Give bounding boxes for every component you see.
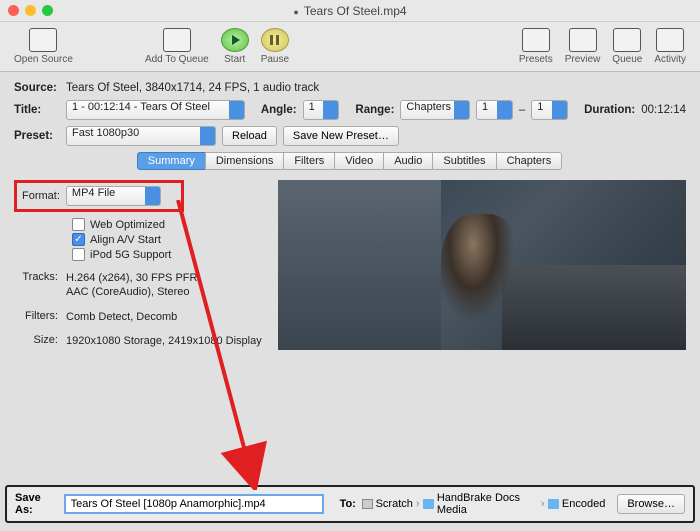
tab-filters[interactable]: Filters bbox=[283, 152, 335, 170]
pause-icon bbox=[261, 28, 289, 52]
tracks-value: H.264 (x264), 30 FPS PFR AAC (CoreAudio)… bbox=[66, 271, 264, 300]
web-optimized-checkbox[interactable]: Web Optimized bbox=[72, 218, 264, 231]
presets-button[interactable]: Presets bbox=[519, 28, 553, 65]
window-title: Tears Of Steel.mp4 bbox=[0, 4, 700, 18]
tab-summary[interactable]: Summary bbox=[137, 152, 206, 170]
play-icon bbox=[221, 28, 249, 52]
start-button[interactable]: Start bbox=[221, 28, 249, 65]
tab-subtitles[interactable]: Subtitles bbox=[432, 152, 496, 170]
queue-button[interactable]: Queue bbox=[612, 28, 642, 65]
filters-value: Comb Detect, Decomb bbox=[66, 310, 264, 324]
to-label: To: bbox=[340, 498, 356, 510]
browse-button[interactable]: Browse… bbox=[617, 494, 685, 514]
filters-label: Filters: bbox=[14, 310, 66, 324]
chevron-right-icon: › bbox=[541, 498, 545, 510]
pause-button[interactable]: Pause bbox=[261, 28, 289, 65]
activity-icon bbox=[656, 28, 684, 52]
angle-select[interactable]: 1 bbox=[303, 100, 340, 120]
preset-label: Preset: bbox=[14, 130, 60, 142]
preview-button[interactable]: Preview bbox=[565, 28, 601, 65]
video-preview bbox=[278, 180, 686, 350]
folder-icon bbox=[423, 499, 434, 509]
align-av-checkbox[interactable]: ✓Align A/V Start bbox=[72, 233, 264, 246]
save-preset-button[interactable]: Save New Preset… bbox=[283, 126, 399, 146]
tab-video[interactable]: Video bbox=[334, 152, 384, 170]
chevron-right-icon: › bbox=[416, 498, 420, 510]
checkbox-checked-icon: ✓ bbox=[72, 233, 85, 246]
format-select[interactable]: MP4 File bbox=[66, 186, 161, 206]
source-value: Tears Of Steel, 3840x1714, 24 FPS, 1 aud… bbox=[66, 82, 319, 94]
open-source-button[interactable]: Open Source bbox=[14, 28, 73, 65]
range-label: Range: bbox=[355, 104, 394, 116]
add-to-queue-button[interactable]: Add To Queue bbox=[145, 28, 209, 65]
folder-icon bbox=[548, 499, 559, 509]
tracks-label: Tracks: bbox=[14, 271, 66, 300]
range-to-select[interactable]: 1 bbox=[531, 100, 568, 120]
ipod-support-checkbox[interactable]: iPod 5G Support bbox=[72, 248, 264, 261]
save-as-label: Save As: bbox=[15, 492, 58, 516]
open-source-icon bbox=[29, 28, 57, 52]
content-area: Source: Tears Of Steel, 3840x1714, 24 FP… bbox=[0, 72, 700, 358]
save-as-input[interactable] bbox=[64, 494, 324, 514]
range-from-select[interactable]: 1 bbox=[476, 100, 513, 120]
preview-icon bbox=[569, 28, 597, 52]
duration-label: Duration: bbox=[584, 104, 635, 116]
tab-dimensions[interactable]: Dimensions bbox=[205, 152, 284, 170]
title-select[interactable]: 1 - 00:12:14 - Tears Of Steel bbox=[66, 100, 245, 120]
format-label: Format: bbox=[22, 190, 60, 202]
queue-add-icon bbox=[163, 28, 191, 52]
tab-audio[interactable]: Audio bbox=[383, 152, 433, 170]
queue-icon bbox=[613, 28, 641, 52]
range-type-select[interactable]: Chapters bbox=[400, 100, 470, 120]
title-label: Title: bbox=[14, 104, 60, 116]
presets-icon bbox=[522, 28, 550, 52]
reload-button[interactable]: Reload bbox=[222, 126, 277, 146]
preset-select[interactable]: Fast 1080p30 bbox=[66, 126, 216, 146]
title-bar: Tears Of Steel.mp4 bbox=[0, 0, 700, 22]
size-value: 1920x1080 Storage, 2419x1080 Display bbox=[66, 334, 264, 348]
size-label: Size: bbox=[14, 334, 66, 348]
save-path-breadcrumb[interactable]: Scratch › HandBrake Docs Media › Encoded bbox=[362, 492, 605, 516]
duration-value: 00:12:14 bbox=[641, 104, 686, 116]
tab-bar: Summary Dimensions Filters Video Audio S… bbox=[14, 152, 686, 170]
drive-icon bbox=[362, 499, 373, 509]
checkbox-icon bbox=[72, 218, 85, 231]
main-toolbar: Open Source Add To Queue Start Pause Pre… bbox=[0, 22, 700, 72]
checkbox-icon bbox=[72, 248, 85, 261]
tab-chapters[interactable]: Chapters bbox=[496, 152, 563, 170]
save-bar: Save As: To: Scratch › HandBrake Docs Me… bbox=[5, 485, 695, 523]
activity-button[interactable]: Activity bbox=[654, 28, 686, 65]
source-label: Source: bbox=[14, 82, 60, 94]
format-highlight: Format: MP4 File bbox=[14, 180, 184, 212]
angle-label: Angle: bbox=[261, 104, 297, 116]
